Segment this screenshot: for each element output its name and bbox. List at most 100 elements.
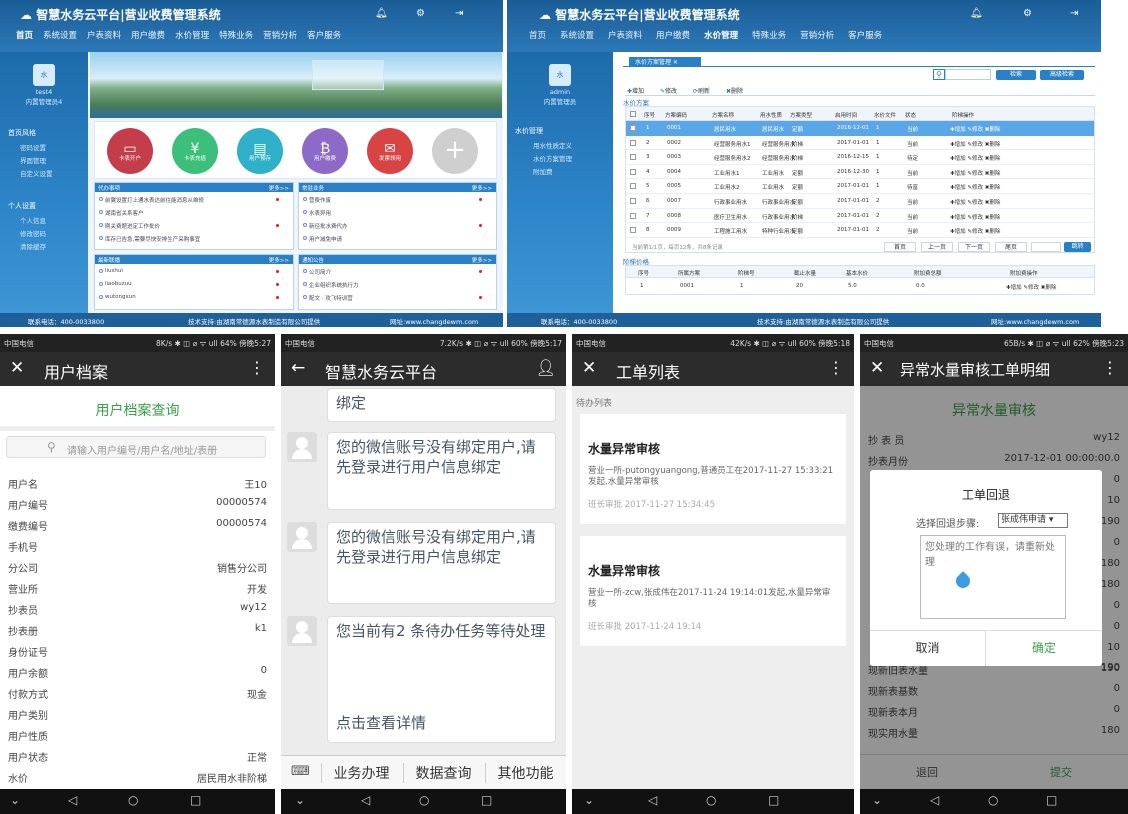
work-order-card[interactable]: 水量异常审核 营业一所-zcw,张成伟在2017-11-24 19:14:01发起… (580, 536, 846, 646)
pager-button[interactable]: 首页 (884, 241, 916, 252)
bell-icon[interactable]: 🔔︎ (970, 8, 984, 20)
back-icon[interactable]: ◁ (648, 793, 657, 807)
row-checkbox[interactable] (630, 168, 636, 175)
quick-button[interactable]: ✉ (367, 128, 413, 174)
logout-icon[interactable]: ⇥ (455, 8, 469, 20)
back-icon[interactable]: ◁ (361, 793, 370, 807)
quick-button[interactable]: ▭ (107, 128, 153, 174)
row-checkbox[interactable] (630, 183, 636, 190)
footer-site[interactable]: 网址:www.changdewm.com (991, 316, 1079, 326)
sidebar-item[interactable]: 用水性质定义 (533, 140, 572, 150)
row-checkbox[interactable] (630, 227, 636, 234)
menu-button[interactable]: 数据查询 (403, 763, 483, 783)
search-button[interactable]: 检索 (996, 70, 1036, 80)
recent-icon[interactable]: □ (1046, 793, 1057, 807)
down-icon[interactable]: ⌄ (584, 793, 594, 807)
logout-icon[interactable]: ⇥ (1070, 8, 1084, 20)
tab-water-price[interactable]: 水价方案管理 ✕ (629, 57, 701, 66)
home-icon[interactable]: ○ (128, 793, 138, 807)
back-icon[interactable]: ◁ (930, 793, 939, 807)
more-icon[interactable]: ⋮ (1102, 358, 1118, 377)
nav-item[interactable]: 营销分析 (263, 29, 297, 41)
sidebar-item[interactable]: 清除缓存 (20, 241, 46, 251)
list-item[interactable]: 用户减免申请 (309, 235, 342, 243)
more-link[interactable]: 更多>> (269, 184, 289, 192)
list-item[interactable]: 前翼设置打上通水表达前往能消息从维修 (105, 196, 204, 204)
row-actions[interactable]: ✚增加 ✎修改 ✖删除 (1006, 283, 1056, 291)
down-icon[interactable]: ⌄ (295, 793, 305, 807)
work-order-card[interactable]: 水量异常审核 营业一所-putongyuangong,普通员工在2017-11-2… (580, 414, 846, 524)
row-actions[interactable]: ✚增加 ✎修改 ✖删除 (950, 125, 1000, 133)
down-icon[interactable]: ⌄ (872, 793, 882, 807)
list-item[interactable]: liaobuzuu (105, 281, 132, 287)
recent-icon[interactable]: □ (190, 793, 201, 807)
sidebar-item[interactable]: 自定义设置 (20, 168, 53, 178)
recent-icon[interactable]: □ (768, 793, 779, 807)
row-actions[interactable]: ✚增加 ✎修改 ✖删除 (950, 169, 1000, 177)
quick-button[interactable]: ¥ (172, 128, 218, 174)
list-item[interactable]: 营费作废 (309, 196, 331, 204)
pager-button[interactable]: 上一页 (921, 241, 953, 252)
quick-button[interactable]: ▤ (237, 128, 283, 174)
cancel-button[interactable]: 取消 (870, 631, 986, 666)
more-link[interactable]: 更多>> (472, 184, 492, 192)
nav-item[interactable]: 特殊业务 (219, 29, 253, 41)
search-input[interactable] (945, 69, 991, 80)
row-actions[interactable]: ✚增加 ✎修改 ✖删除 (950, 140, 1000, 148)
reason-textarea[interactable]: 您处理的工作有误，请重新处理 (920, 535, 1066, 619)
confirm-button[interactable]: 确定 (986, 631, 1102, 666)
close-icon[interactable]: ✕ (582, 358, 596, 378)
row-actions[interactable]: ✚增加 ✎修改 ✖删除 (950, 227, 1000, 235)
list-item[interactable]: 配文 · 攻飞特训营 (309, 294, 353, 302)
back-arrow-icon[interactable]: ← (291, 358, 305, 378)
recent-icon[interactable]: □ (481, 793, 492, 807)
list-item[interactable]: 新径批水费代办 (309, 222, 348, 230)
sidebar-item[interactable]: 界面管理 (20, 155, 46, 165)
nav-item[interactable]: 首页 (16, 29, 33, 41)
row-actions[interactable]: ✚增加 ✎修改 ✖删除 (950, 183, 1000, 191)
nav-item[interactable]: 客户服务 (307, 29, 341, 41)
advanced-search-button[interactable]: 高级检索 (1040, 70, 1084, 80)
person-icon[interactable]: 👤︎ (536, 358, 556, 377)
list-item[interactable]: 企业组织系统执行力 (309, 281, 359, 289)
quick-button[interactable]: ₿ (302, 128, 348, 174)
nav-item[interactable]: 营销分析 (800, 29, 834, 41)
nav-item[interactable]: 客户服务 (848, 29, 882, 41)
home-icon[interactable]: ○ (419, 793, 429, 807)
row-actions[interactable]: ✚增加 ✎修改 ✖删除 (950, 213, 1000, 221)
nav-item[interactable]: 户表资料 (87, 29, 121, 41)
sidebar-item[interactable]: 密码设置 (20, 142, 46, 152)
toolbar-button[interactable]: ✖删除 (726, 86, 743, 95)
list-item[interactable]: liushui (105, 268, 123, 274)
sidebar-item[interactable]: 个人信息 (20, 215, 46, 225)
row-checkbox[interactable] (630, 198, 636, 204)
row-checkbox[interactable] (630, 212, 636, 219)
menu-button[interactable]: 业务办理 (321, 763, 401, 783)
home-icon[interactable]: ○ (706, 793, 716, 807)
step-select[interactable]: 张成伟申请 ▾ (998, 513, 1068, 528)
nav-item[interactable]: 用户缴费 (656, 29, 690, 41)
row-checkbox[interactable] (630, 139, 636, 146)
list-item[interactable]: 刚关费题进定工作批价 (105, 222, 160, 230)
nav-item[interactable]: 水价管理 (175, 29, 209, 41)
sidebar-item[interactable]: 水价方案管理 (533, 153, 572, 163)
row-checkbox[interactable] (630, 154, 636, 161)
more-icon[interactable]: ⋮ (828, 358, 844, 377)
home-icon[interactable]: ○ (988, 793, 998, 807)
menu-button[interactable]: 其他功能 (485, 763, 565, 783)
gear-icon[interactable]: ⚙ (416, 8, 430, 20)
search-icon[interactable]: ⚲ (933, 69, 945, 80)
toolbar-button[interactable]: ✚增加 (627, 86, 644, 95)
row-checkbox[interactable] (630, 125, 636, 131)
more-icon[interactable]: ⋮ (249, 358, 265, 377)
details-link[interactable]: 点击查看详情 (336, 713, 426, 733)
list-item[interactable]: 湖南省关系客户 (105, 209, 144, 217)
select-all-checkbox[interactable] (630, 111, 636, 117)
search-box[interactable]: ⚲ 请输入用户编号/用户名/地址/表册 (6, 436, 266, 458)
gear-icon[interactable]: ⚙ (1023, 8, 1037, 20)
sidebar-item[interactable]: 修改密码 (20, 228, 46, 238)
pager-button[interactable]: 尾页 (995, 241, 1027, 252)
sidebar-item[interactable]: 附加费 (533, 166, 553, 176)
keyboard-icon[interactable]: ⌨ (291, 764, 310, 779)
list-item[interactable]: 公司简介 (309, 268, 331, 276)
